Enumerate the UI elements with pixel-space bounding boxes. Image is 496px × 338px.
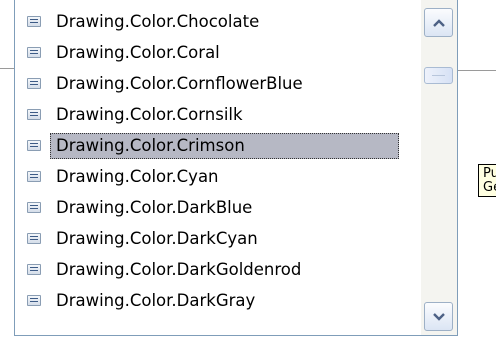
list-item-label: Drawing.Color.DarkGoldenrod bbox=[56, 259, 302, 279]
tooltip-line: Pu bbox=[483, 166, 496, 181]
completion-list: Drawing.Color.Chocolate Drawing.Color.Co… bbox=[23, 6, 421, 316]
scroll-up-button[interactable] bbox=[424, 8, 453, 37]
property-icon bbox=[27, 233, 41, 244]
list-item-label: Drawing.Color.Coral bbox=[56, 42, 220, 62]
vertical-scrollbar[interactable] bbox=[421, 0, 457, 335]
list-item-label: Drawing.Color.DarkCyan bbox=[56, 228, 258, 248]
scroll-down-button[interactable] bbox=[424, 302, 453, 331]
list-item[interactable]: Drawing.Color.Coral bbox=[23, 37, 421, 68]
property-icon bbox=[27, 264, 41, 275]
arrow-down-icon bbox=[432, 312, 445, 321]
list-item-label: Drawing.Color.DarkBlue bbox=[56, 197, 253, 217]
property-icon bbox=[27, 16, 41, 27]
property-icon bbox=[27, 109, 41, 120]
editor-text-line-right bbox=[458, 70, 496, 71]
intellisense-completion-popup: Drawing.Color.Chocolate Drawing.Color.Co… bbox=[14, 0, 458, 336]
list-item-label: Drawing.Color.CornflowerBlue bbox=[56, 73, 303, 93]
list-item[interactable]: Drawing.Color.CornflowerBlue bbox=[23, 68, 421, 99]
arrow-up-icon bbox=[432, 18, 445, 27]
list-item-label: Drawing.Color.Chocolate bbox=[56, 11, 260, 31]
list-item[interactable]: Drawing.Color.DarkGoldenrod bbox=[23, 254, 421, 285]
list-item-label: Drawing.Color.Cornsilk bbox=[56, 104, 243, 124]
list-item[interactable]: Drawing.Color.Cyan bbox=[23, 161, 421, 192]
list-item[interactable]: Drawing.Color.DarkCyan bbox=[23, 223, 421, 254]
list-item-label: Drawing.Color.Crimson bbox=[50, 132, 399, 159]
list-item[interactable]: Drawing.Color.DarkBlue bbox=[23, 192, 421, 223]
list-item-selected[interactable]: Drawing.Color.Crimson bbox=[23, 130, 421, 161]
list-item-label: Drawing.Color.Cyan bbox=[56, 166, 219, 186]
property-icon bbox=[27, 295, 41, 306]
property-icon bbox=[27, 47, 41, 58]
tooltip-line: Ge bbox=[483, 180, 496, 195]
tooltip: Pu Ge bbox=[478, 164, 496, 197]
list-item[interactable]: Drawing.Color.Cornsilk bbox=[23, 99, 421, 130]
property-icon bbox=[27, 140, 41, 151]
property-icon bbox=[27, 78, 41, 89]
property-icon bbox=[27, 171, 41, 182]
list-item[interactable]: Drawing.Color.DarkGray bbox=[23, 285, 421, 316]
property-icon bbox=[27, 202, 41, 213]
list-item-label: Drawing.Color.DarkGray bbox=[56, 290, 256, 310]
list-item[interactable]: Drawing.Color.Chocolate bbox=[23, 6, 421, 37]
scrollbar-thumb[interactable] bbox=[424, 67, 453, 84]
